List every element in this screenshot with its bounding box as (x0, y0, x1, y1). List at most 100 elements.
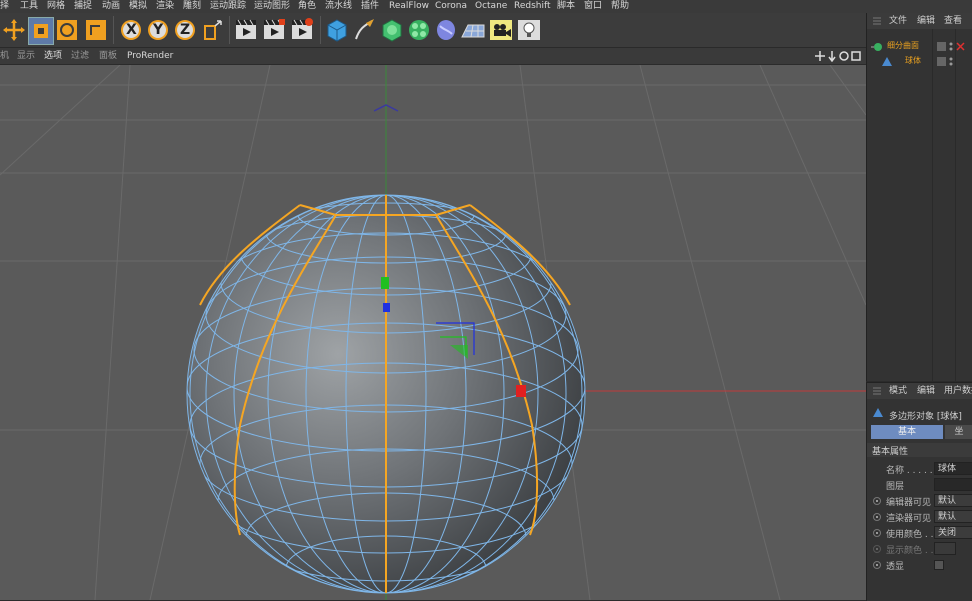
radio-icon[interactable] (873, 561, 881, 569)
field-label: 透显 (886, 562, 905, 572)
display-color-swatch[interactable] (934, 542, 956, 555)
tab-edit[interactable]: 编辑 (917, 383, 935, 399)
radio-icon[interactable] (873, 529, 881, 537)
menu-item[interactable]: 帮助 (611, 0, 629, 13)
object-name: 球体 (905, 56, 921, 65)
toolbar-separator (229, 16, 230, 44)
menu-item[interactable]: 渲染 (156, 0, 174, 13)
menu-item[interactable]: Redshift (514, 0, 551, 13)
cloner-icon[interactable] (407, 17, 431, 43)
viewport-menu-camera[interactable]: 机 (0, 48, 9, 64)
viewport-menu-prorender[interactable]: ProRender (127, 48, 173, 64)
tab-edit[interactable]: 编辑 (917, 13, 935, 29)
viewport-menu-panel[interactable]: 面板 (99, 48, 117, 64)
polygon-object-icon (882, 57, 892, 66)
attribute-manager-header: 模式 编辑 用户数据 (867, 383, 972, 399)
attribute-manager: 模式 编辑 用户数据 多边形对象 [球体] 基本 坐 基本属性 名称 . . .… (866, 382, 972, 601)
render-view-icon[interactable] (234, 17, 258, 43)
x-axis-handle (516, 385, 526, 397)
menu-item[interactable]: 角色 (298, 0, 316, 13)
menu-item[interactable]: 捕捉 (74, 0, 92, 13)
last-tool-icon[interactable] (84, 17, 108, 43)
column-divider (955, 29, 956, 381)
x-axis-label: X (126, 22, 137, 38)
field-label: 名称 . . . . . (886, 466, 933, 476)
light-icon[interactable] (517, 17, 541, 43)
camera-icon[interactable] (489, 17, 513, 43)
z-axis-icon[interactable]: Z (173, 17, 197, 43)
menu-item[interactable]: 运动图形 (254, 0, 290, 13)
editor-visible-select[interactable]: 默认 (934, 494, 972, 507)
coord-system-icon[interactable] (201, 17, 225, 43)
render-settings-icon[interactable] (290, 17, 314, 43)
radio-icon[interactable] (873, 497, 881, 505)
viewport-3d[interactable] (0, 65, 866, 600)
move-icon[interactable] (2, 17, 26, 43)
field-editor-visible: 编辑器可见 默认 (867, 493, 972, 509)
viewport-menu-display[interactable]: 显示 (17, 48, 35, 64)
x-axis-icon[interactable]: X (119, 17, 143, 43)
y-axis-icon[interactable]: Y (146, 17, 170, 43)
tab-user-data[interactable]: 用户数据 (944, 383, 972, 399)
radio-icon[interactable] (873, 545, 881, 553)
field-label: 编辑器可见 (886, 498, 932, 508)
tab-mode[interactable]: 模式 (889, 383, 907, 399)
viewport-menu-filter[interactable]: 过滤 (71, 48, 89, 64)
render-visible-select[interactable]: 默认 (934, 510, 972, 523)
field-layer: 图层 (867, 477, 972, 493)
object-row-sphere[interactable]: 球体 (867, 54, 972, 70)
subdivision-icon[interactable] (380, 17, 404, 43)
group-title: 基本属性 (872, 447, 909, 457)
layer-input[interactable] (934, 478, 972, 491)
tab-coord[interactable]: 坐 (945, 425, 972, 439)
use-color-select[interactable]: 关闭 (934, 526, 972, 539)
name-input[interactable]: 球体 (934, 462, 972, 475)
object-row-subdivision[interactable]: 细分曲面 (867, 39, 972, 55)
deformer-icon[interactable] (434, 17, 458, 43)
floor-icon[interactable] (461, 17, 485, 43)
polygon-object-icon (873, 408, 883, 417)
object-title: 多边形对象 [球体] (889, 412, 962, 422)
visibility-icons[interactable] (937, 57, 957, 67)
field-name: 名称 . . . . . 球体 (867, 461, 972, 477)
grip-icon (873, 17, 881, 25)
cube-icon[interactable] (325, 17, 349, 43)
menu-item[interactable]: 窗口 (584, 0, 602, 13)
toolbar-separator (320, 16, 321, 44)
toolbar-separator (113, 16, 114, 44)
menu-item[interactable]: 工具 (20, 0, 38, 13)
radio-icon[interactable] (873, 513, 881, 521)
rotate-icon[interactable] (55, 17, 79, 43)
field-xray: 透显 (867, 557, 972, 573)
menu-item[interactable]: Octane (475, 0, 507, 13)
menu-item[interactable]: Corona (435, 0, 467, 13)
menu-item[interactable]: RealFlow (389, 0, 429, 13)
field-label: 渲染器可见 (886, 514, 932, 524)
viewport-menu-options[interactable]: 选项 (44, 48, 62, 64)
viewport-nav-icons[interactable] (814, 50, 864, 62)
pen-icon[interactable] (352, 17, 376, 43)
menu-item[interactable]: 动画 (102, 0, 120, 13)
tab-file[interactable]: 文件 (889, 13, 907, 29)
z-axis-handle (383, 303, 390, 312)
menu-item[interactable]: 脚本 (557, 0, 575, 13)
tab-basic[interactable]: 基本 (871, 425, 943, 439)
field-label: 使用颜色 . . (886, 530, 934, 540)
menu-item[interactable]: 流水线 (325, 0, 352, 13)
viewport-canvas[interactable] (0, 65, 866, 600)
menu-item[interactable]: 择 (0, 0, 9, 13)
menu-item[interactable]: 网格 (47, 0, 65, 13)
menu-bar: 择 工具 网格 捕捉 动画 模拟 渲染 雕刻 运动跟踪 运动图形 角色 流水线 … (0, 0, 972, 13)
field-label: 图层 (886, 482, 905, 492)
visibility-icons[interactable] (937, 42, 971, 52)
menu-item[interactable]: 模拟 (129, 0, 147, 13)
menu-item[interactable]: 插件 (361, 0, 379, 13)
viewport-header: 机 显示 选项 过滤 面板 ProRender (0, 48, 866, 64)
menu-item[interactable]: 雕刻 (183, 0, 201, 13)
object-manager: 文件 编辑 查看 细分曲面 球体 (866, 13, 972, 381)
tab-view[interactable]: 查看 (944, 13, 962, 29)
menu-item[interactable]: 运动跟踪 (210, 0, 246, 13)
scale-icon[interactable] (28, 17, 54, 45)
render-picture-icon[interactable] (262, 17, 286, 43)
xray-checkbox[interactable] (934, 560, 944, 570)
